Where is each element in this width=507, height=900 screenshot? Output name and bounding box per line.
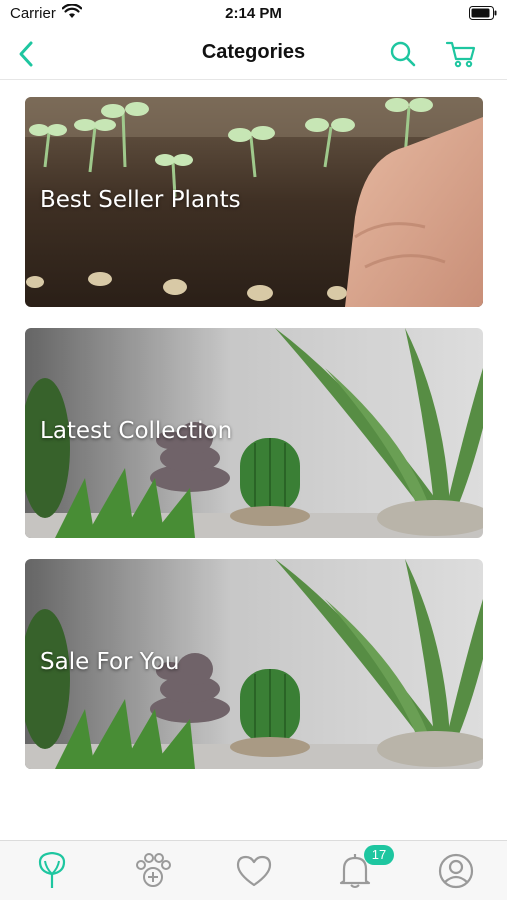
- status-bar: Carrier 2:14 PM: [0, 0, 507, 28]
- user-icon: [438, 853, 474, 889]
- category-card-latest-collection[interactable]: Latest Collection: [25, 328, 483, 538]
- nav-bar: Categories: [0, 28, 507, 80]
- page-title: Categories: [201, 41, 306, 63]
- tab-pets[interactable]: [131, 849, 175, 893]
- category-label: Best Seller Plants: [40, 187, 241, 213]
- paw-plus-icon: [136, 853, 171, 887]
- category-label: Sale For You: [40, 649, 180, 675]
- tab-profile[interactable]: [434, 849, 478, 893]
- heart-icon: [236, 855, 272, 887]
- category-card-sale-for-you[interactable]: Sale For You: [25, 559, 483, 769]
- cart-button[interactable]: [443, 37, 479, 71]
- category-label: Latest Collection: [40, 418, 233, 444]
- tab-bar: [0, 840, 507, 900]
- leaf-icon: [38, 852, 66, 888]
- search-button[interactable]: [386, 37, 420, 71]
- tab-plants[interactable]: [30, 849, 74, 893]
- category-card-best-seller[interactable]: Best Seller Plants: [25, 97, 483, 307]
- battery-icon: [469, 6, 497, 25]
- notification-badge: 17: [364, 845, 394, 865]
- search-icon: [390, 41, 416, 67]
- cart-icon: [445, 41, 476, 68]
- status-time: 2:14 PM: [225, 5, 282, 22]
- tab-favorites[interactable]: [232, 849, 276, 893]
